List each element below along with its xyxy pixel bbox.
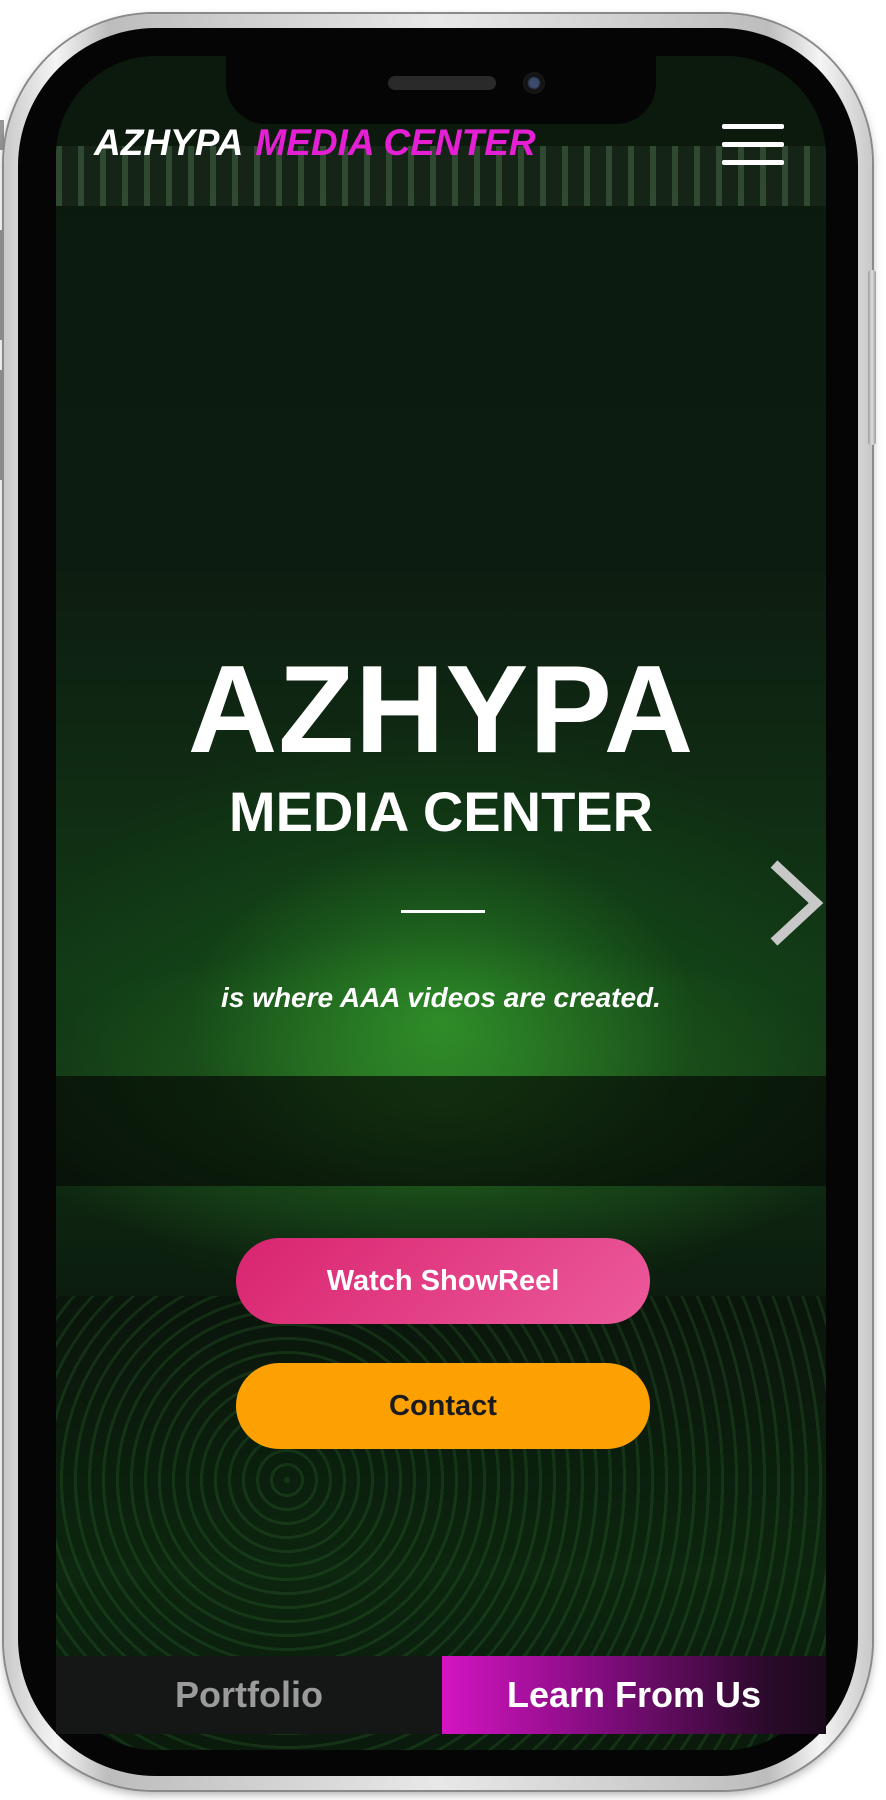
phone-camera: [523, 72, 545, 94]
hero-subtitle: MEDIA CENTER: [228, 780, 654, 843]
phone-side-button: [868, 270, 876, 445]
chevron-right-icon[interactable]: [764, 858, 824, 948]
hero-divider: [401, 910, 485, 913]
phone-screen: [56, 56, 826, 1750]
hero-title: AZHYPA: [187, 641, 695, 779]
hero-tagline: is where AAA videos are created.: [221, 982, 661, 1013]
brand-suffix: MEDIA CENTER: [255, 122, 536, 163]
stage-band: [56, 1076, 826, 1186]
brand-name: AZHYPA: [94, 122, 244, 163]
hamburger-menu-icon[interactable]: [722, 124, 784, 166]
tab-portfolio[interactable]: Portfolio: [56, 1656, 442, 1734]
bottom-tab-bar: Portfolio Learn From Us: [56, 1656, 826, 1734]
tab-learn-from-us[interactable]: Learn From Us: [442, 1656, 826, 1734]
phone-notch: [226, 56, 656, 124]
edge-mark: [0, 120, 4, 150]
phone-speaker: [388, 76, 496, 90]
watch-showreel-button[interactable]: Watch ShowReel: [236, 1238, 650, 1324]
mockup-canvas: AZHYPA MEDIA CENTER AZHYPA MEDIA CENTER i…: [0, 0, 886, 1800]
site-logo[interactable]: AZHYPA MEDIA CENTER: [94, 122, 536, 164]
contact-button[interactable]: Contact: [236, 1363, 650, 1449]
